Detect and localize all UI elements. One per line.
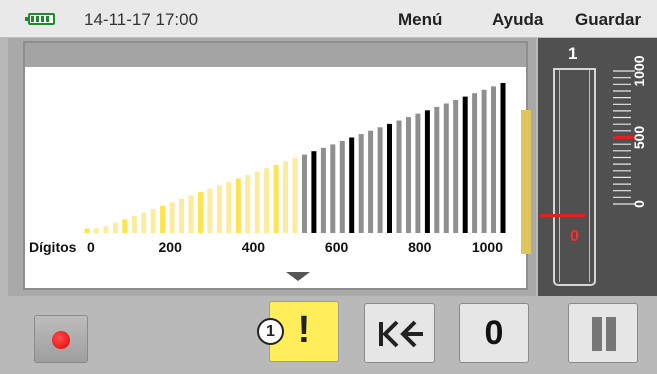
chart-bar	[131, 216, 137, 233]
bottom-toolbar: ! 1 0	[0, 296, 657, 374]
chart-bar	[216, 185, 222, 233]
chart-bar	[349, 137, 355, 233]
help-button[interactable]: Ayuda	[492, 10, 543, 30]
pause-icon-bar	[606, 317, 616, 351]
skip-back-button[interactable]	[364, 303, 435, 363]
menu-button[interactable]: Menú	[398, 10, 442, 30]
skip-back-icon	[379, 320, 423, 348]
chart-bar	[179, 198, 184, 233]
chart-bar	[368, 130, 374, 233]
x-tick-label: 400	[242, 239, 266, 255]
chart-bar	[415, 113, 421, 233]
scale-label-500: 500	[631, 126, 647, 150]
chart-bar	[283, 161, 288, 233]
chart-bar	[434, 106, 440, 233]
chart-bar	[387, 123, 392, 233]
bar-chart: Dígitos 0 200 400 600 800 1000	[29, 83, 506, 281]
battery-icon	[25, 13, 55, 25]
chart-bar	[330, 144, 336, 233]
pause-icon	[592, 317, 602, 351]
gauge-panel: 1 0 1000 500 0	[538, 38, 657, 296]
chart-bar	[443, 103, 449, 233]
scale-label-1000: 1000	[631, 55, 647, 86]
chart-bar	[188, 195, 194, 233]
gauge-scale: 1000 500 0	[613, 55, 647, 208]
chart-bar	[112, 222, 118, 233]
chart-bar	[141, 212, 147, 233]
chart-bar	[198, 192, 203, 233]
triangle-down-icon[interactable]	[286, 272, 310, 281]
chart-bar	[453, 100, 459, 233]
chart-bar	[406, 117, 411, 233]
chart-bar	[207, 188, 213, 233]
top-bar: 14-11-17 17:00 Menú Ayuda Guardar	[0, 0, 657, 38]
zero-button[interactable]: 0	[459, 303, 529, 363]
chart-bar	[273, 164, 279, 233]
chart-bar	[377, 127, 383, 233]
x-tick-label: 0	[87, 239, 95, 255]
record-icon	[52, 331, 70, 349]
chart-bar	[302, 154, 307, 233]
chart-bar	[500, 83, 506, 233]
chart-bar	[311, 151, 317, 233]
chart-bar	[150, 209, 156, 233]
record-button[interactable]	[34, 315, 88, 363]
chart-bar	[94, 228, 99, 233]
datetime-label: 14-11-17 17:00	[84, 10, 199, 29]
alert-count-badge: 1	[257, 318, 284, 345]
chart-bar	[491, 86, 496, 234]
chart-bar	[462, 96, 468, 233]
chart-bar	[424, 110, 430, 233]
chart-bar	[320, 147, 326, 233]
x-tick-label: 1000	[472, 239, 503, 255]
chart-bar	[103, 226, 109, 233]
chart-bar	[358, 134, 364, 233]
chart-bar	[472, 93, 478, 233]
chart-bar	[292, 158, 298, 233]
chart-panel: Dígitos 0 200 400 600 800 1000	[8, 38, 536, 296]
chart-bar	[339, 141, 345, 233]
chart-bar	[254, 171, 260, 233]
pause-button[interactable]	[568, 303, 638, 363]
y-axis-label: Dígitos	[29, 239, 77, 255]
chart-bar	[122, 219, 128, 233]
chart-bar	[84, 228, 90, 233]
chart-frame: Dígitos 0 200 400 600 800 1000	[23, 41, 528, 290]
chart-bar	[264, 168, 270, 233]
x-tick-label: 200	[159, 239, 183, 255]
x-tick-label: 800	[408, 239, 432, 255]
chart-bar	[481, 89, 487, 233]
chart-bar	[245, 175, 251, 233]
save-button[interactable]: Guardar	[575, 10, 641, 30]
chart-bar	[169, 202, 175, 233]
scroll-handle[interactable]	[521, 110, 531, 254]
chart-bar	[160, 205, 166, 233]
scale-label-0: 0	[631, 200, 647, 208]
chart-bar	[235, 178, 241, 233]
x-tick-label: 600	[325, 239, 349, 255]
chart-bar	[396, 120, 402, 233]
chart-bar	[226, 181, 232, 233]
